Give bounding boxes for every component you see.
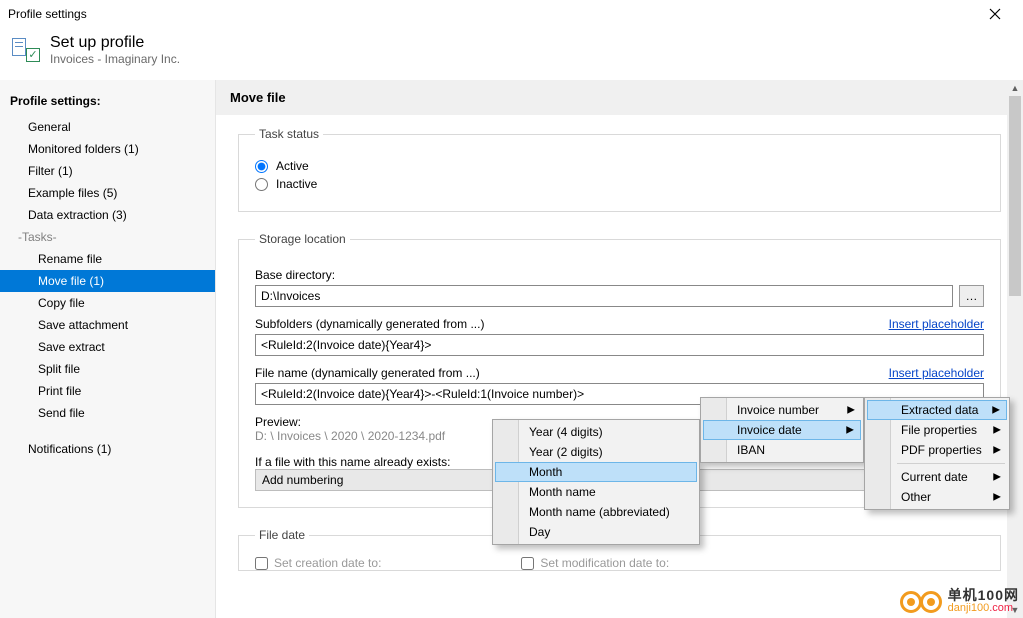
sidebar-item-filter[interactable]: Filter (1) (0, 160, 215, 182)
menu-item-current-date[interactable]: Current date▶ (867, 467, 1007, 487)
sidebar-task-move-file[interactable]: Move file (1) (0, 270, 215, 292)
browse-button[interactable]: … (959, 285, 984, 307)
menu-item-month[interactable]: Month (495, 462, 697, 482)
menu-item-month-name[interactable]: Month name (495, 482, 697, 502)
panel-title: Move file (216, 80, 1023, 115)
scroll-up-icon[interactable]: ▲ (1007, 80, 1023, 96)
sidebar-item-general[interactable]: General (0, 116, 215, 138)
menu-categories: Extracted data▶ File properties▶ PDF pro… (864, 397, 1010, 510)
scroll-thumb[interactable] (1009, 96, 1021, 296)
task-status-group: Task status Active Inactive (238, 127, 1001, 212)
task-status-legend: Task status (255, 127, 323, 141)
sidebar-item-monitored-folders[interactable]: Monitored folders (1) (0, 138, 215, 160)
base-dir-label: Base directory: (255, 268, 984, 282)
set-creation-label: Set creation date to: (274, 556, 381, 570)
close-button[interactable] (975, 0, 1015, 28)
sidebar-task-copy-file[interactable]: Copy file (0, 292, 215, 314)
sidebar-section-tasks: -Tasks- (0, 226, 215, 248)
profile-icon: ✓ (12, 38, 40, 62)
page-title: Set up profile (50, 34, 180, 52)
menu-item-month-name-abbr[interactable]: Month name (abbreviated) (495, 502, 697, 522)
sidebar-task-send-file[interactable]: Send file (0, 402, 215, 424)
chevron-right-icon: ▶ (847, 405, 855, 416)
sidebar-task-split-file[interactable]: Split file (0, 358, 215, 380)
chevron-right-icon: ▶ (993, 445, 1001, 456)
subfolders-label: Subfolders (dynamically generated from .… (255, 317, 484, 331)
menu-item-file-properties[interactable]: File properties▶ (867, 420, 1007, 440)
base-dir-input[interactable] (255, 285, 953, 307)
chevron-right-icon: ▶ (992, 405, 1000, 416)
menu-item-iban[interactable]: IBAN (703, 440, 861, 460)
radio-inactive-label: Inactive (276, 177, 317, 191)
storage-location-legend: Storage location (255, 232, 350, 246)
chevron-right-icon: ▶ (846, 425, 854, 436)
chevron-right-icon: ▶ (993, 492, 1001, 503)
checkbox-set-modification[interactable] (521, 557, 534, 570)
set-modification-label: Set modification date to: (540, 556, 669, 570)
menu-item-invoice-date[interactable]: Invoice date▶ (703, 420, 861, 440)
menu-item-pdf-properties[interactable]: PDF properties▶ (867, 440, 1007, 460)
page-subtitle: Invoices - Imaginary Inc. (50, 52, 180, 66)
watermark-url: danji100.com (948, 602, 1019, 614)
radio-active[interactable] (255, 160, 268, 173)
filename-label: File name (dynamically generated from ..… (255, 366, 480, 380)
insert-placeholder-filename-link[interactable]: Insert placeholder (889, 366, 984, 380)
menu-item-year4[interactable]: Year (4 digits) (495, 422, 697, 442)
vertical-scrollbar[interactable]: ▲ ▼ (1007, 80, 1023, 618)
sidebar-task-rename-file[interactable]: Rename file (0, 248, 215, 270)
sidebar-item-notifications[interactable]: Notifications (1) (0, 438, 215, 460)
sidebar-task-save-extract[interactable]: Save extract (0, 336, 215, 358)
watermark-logo-icon (900, 588, 942, 616)
sidebar-task-print-file[interactable]: Print file (0, 380, 215, 402)
subfolders-input[interactable] (255, 334, 984, 356)
menu-item-extracted-data[interactable]: Extracted data▶ (867, 400, 1007, 420)
menu-separator (897, 463, 1005, 464)
chevron-right-icon: ▶ (993, 472, 1001, 483)
insert-placeholder-subfolders-link[interactable]: Insert placeholder (889, 317, 984, 331)
radio-inactive[interactable] (255, 178, 268, 191)
chevron-right-icon: ▶ (993, 425, 1001, 436)
menu-item-other[interactable]: Other▶ (867, 487, 1007, 507)
sidebar: Profile settings: General Monitored fold… (0, 80, 216, 618)
sidebar-item-example-files[interactable]: Example files (5) (0, 182, 215, 204)
menu-item-invoice-number[interactable]: Invoice number▶ (703, 400, 861, 420)
sidebar-item-data-extraction[interactable]: Data extraction (3) (0, 204, 215, 226)
watermark: 单机100网 danji100.com (900, 588, 1019, 616)
menu-date-parts: Year (4 digits) Year (2 digits) Month Mo… (492, 419, 700, 545)
sidebar-task-save-attachment[interactable]: Save attachment (0, 314, 215, 336)
menu-item-day[interactable]: Day (495, 522, 697, 542)
menu-item-year2[interactable]: Year (2 digits) (495, 442, 697, 462)
file-date-legend: File date (255, 528, 309, 542)
window-title: Profile settings (8, 7, 975, 21)
checkbox-set-creation[interactable] (255, 557, 268, 570)
sidebar-title: Profile settings: (0, 86, 215, 116)
menu-data-fields: Invoice number▶ Invoice date▶ IBAN (700, 397, 864, 463)
radio-active-label: Active (276, 159, 309, 173)
